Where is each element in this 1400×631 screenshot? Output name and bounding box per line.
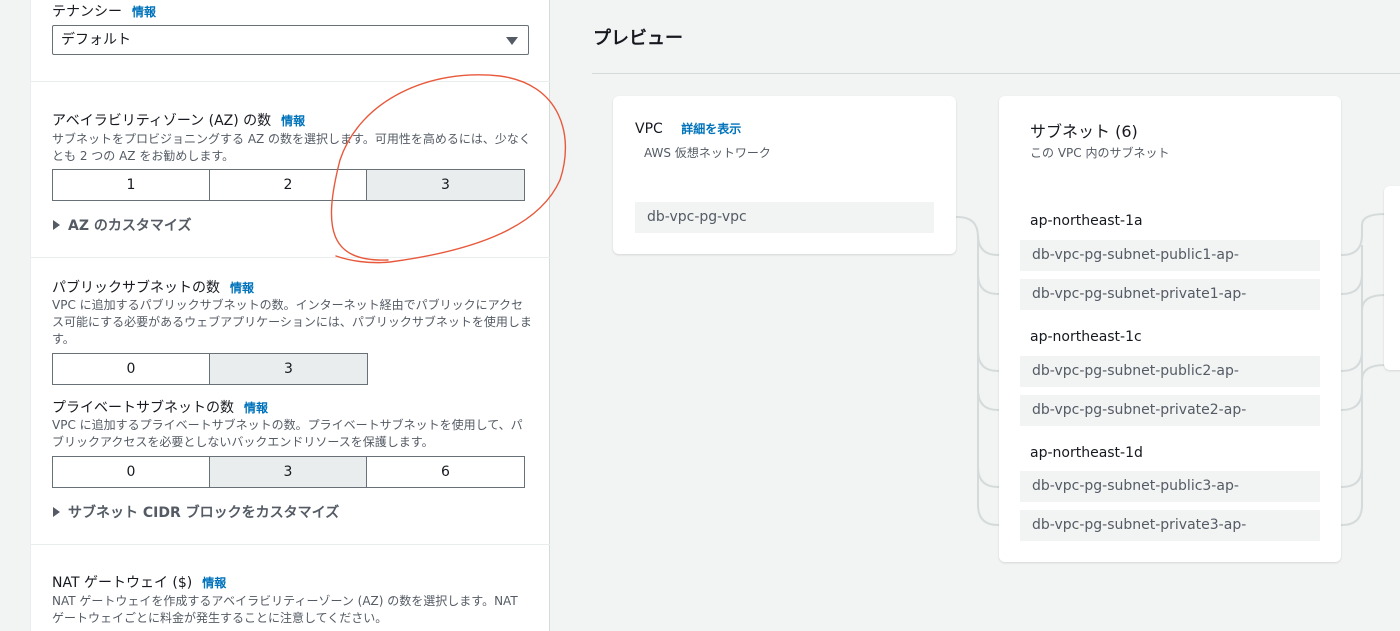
vpc-card-title: VPC 詳細を表示 — [635, 120, 741, 137]
subnet-cidr-customize-expander[interactable]: サブネット CIDR ブロックをカスタマイズ — [53, 502, 339, 522]
vpc-subtitle: AWS 仮想ネットワーク — [644, 146, 771, 160]
az-option-1[interactable]: 1 — [53, 170, 210, 200]
tenancy-label: テナンシー — [52, 4, 122, 20]
az-info-link[interactable]: 情報 — [281, 112, 305, 129]
public-subnets-option-0[interactable]: 0 — [53, 354, 210, 384]
az-label-row: アベイラビリティゾーン (AZ) の数 情報 — [52, 110, 305, 130]
tenancy-select-value: デフォルト — [61, 32, 131, 48]
private-subnets-option-3[interactable]: 3 — [210, 457, 367, 487]
private-subnets-info-link[interactable]: 情報 — [244, 399, 268, 416]
nat-label-row: NAT ゲートウェイ ($) 情報 — [52, 572, 226, 592]
az-option-2[interactable]: 2 — [210, 170, 367, 200]
az-customize-label: AZ のカスタマイズ — [68, 218, 192, 234]
az-group-label: ap-northeast-1c — [1030, 329, 1142, 345]
tenancy-label-row: テナンシー 情報 — [52, 1, 156, 21]
vpc-details-link[interactable]: 詳細を表示 — [681, 122, 741, 136]
az-label: アベイラビリティゾーン (AZ) の数 — [52, 113, 272, 129]
config-panel: テナンシー 情報 デフォルト アベイラビリティゾーン (AZ) の数 情報 サブ… — [30, 0, 550, 631]
public-subnets-description: VPC に追加するパブリックサブネットの数。インターネット経由でパブリックにアク… — [52, 298, 532, 346]
private-subnets-option-6[interactable]: 6 — [367, 457, 524, 487]
public-subnets-label-row: パブリックサブネットの数 情報 — [52, 277, 254, 297]
az-option-3[interactable]: 3 — [367, 170, 524, 200]
az-description: サブネットをプロビジョニングする AZ の数を選択します。可用性を高めるには、少… — [52, 132, 531, 163]
route-tables-card-edge — [1384, 186, 1400, 370]
tenancy-info-link[interactable]: 情報 — [132, 3, 156, 20]
private-subnets-option-0[interactable]: 0 — [53, 457, 210, 487]
subnet-cidr-customize-label: サブネット CIDR ブロックをカスタマイズ — [68, 505, 340, 521]
az-group-label: ap-northeast-1a — [1030, 213, 1143, 229]
subnet-chip[interactable]: db-vpc-pg-subnet-private3-ap- — [1020, 510, 1320, 541]
public-subnets-info-link[interactable]: 情報 — [230, 279, 254, 296]
nat-label: NAT ゲートウェイ ($) — [52, 575, 193, 591]
vpc-name-chip[interactable]: db-vpc-pg-vpc — [635, 202, 934, 233]
divider — [592, 73, 1400, 74]
public-subnets-segmented-control: 0 3 — [52, 353, 368, 385]
caret-right-icon — [53, 220, 60, 230]
subnets-subtitle: この VPC 内のサブネット — [1030, 146, 1170, 160]
divider — [31, 81, 550, 82]
subnet-chip[interactable]: db-vpc-pg-subnet-private2-ap- — [1020, 395, 1320, 426]
tenancy-select[interactable]: デフォルト — [52, 25, 529, 55]
nat-description: NAT ゲートウェイを作成するアベイラビリティーゾーン (AZ) の数を選択しま… — [52, 594, 518, 625]
divider — [31, 257, 550, 258]
private-subnets-label: プライベートサブネットの数 — [52, 400, 234, 416]
private-subnets-segmented-control: 0 3 6 — [52, 456, 525, 488]
az-segmented-control: 1 2 3 — [52, 169, 525, 201]
subnet-chip[interactable]: db-vpc-pg-subnet-private1-ap- — [1020, 279, 1320, 310]
private-subnets-description: VPC に追加するプライベートサブネットの数。プライベートサブネットを使用して、… — [52, 418, 523, 449]
subnets-title: サブネット (6) — [1030, 122, 1138, 141]
subnet-chip[interactable]: db-vpc-pg-subnet-public3-ap- — [1020, 471, 1320, 502]
az-group-label: ap-northeast-1d — [1030, 445, 1143, 461]
divider — [31, 544, 550, 545]
subnet-chip[interactable]: db-vpc-pg-subnet-public2-ap- — [1020, 356, 1320, 387]
subnets-card: サブネット (6) この VPC 内のサブネット ap-northeast-1a… — [999, 96, 1341, 562]
vpc-title: VPC — [635, 121, 663, 137]
preview-title: プレビュー — [593, 28, 683, 49]
public-subnets-label: パブリックサブネットの数 — [52, 280, 220, 296]
subnet-chip[interactable]: db-vpc-pg-subnet-public1-ap- — [1020, 240, 1320, 271]
caret-right-icon — [53, 507, 60, 517]
caret-down-icon — [506, 37, 518, 45]
nat-info-link[interactable]: 情報 — [202, 574, 226, 591]
vpc-card: VPC 詳細を表示 AWS 仮想ネットワーク db-vpc-pg-vpc — [613, 96, 956, 254]
private-subnets-label-row: プライベートサブネットの数 情報 — [52, 397, 268, 417]
public-subnets-option-3[interactable]: 3 — [210, 354, 367, 384]
az-customize-expander[interactable]: AZ のカスタマイズ — [53, 215, 191, 235]
